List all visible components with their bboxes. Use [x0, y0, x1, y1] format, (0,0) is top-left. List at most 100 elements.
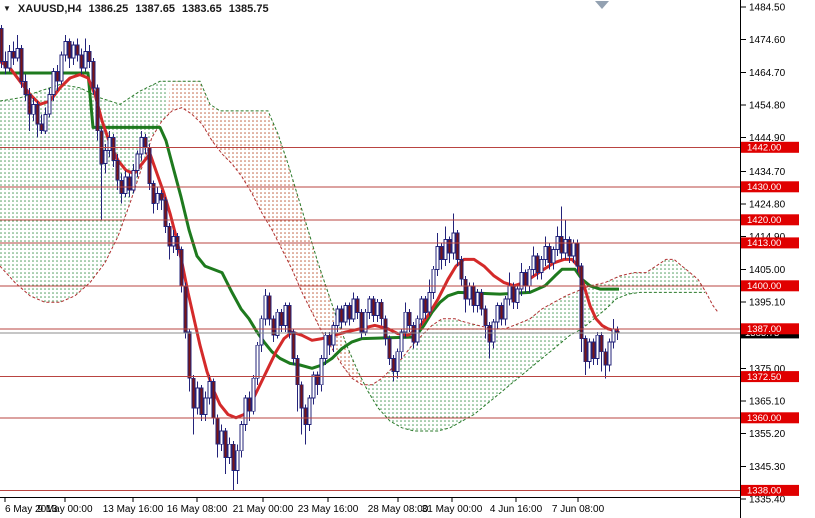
candle-body	[155, 192, 160, 204]
candle-body	[0, 27, 4, 62]
candle-body	[467, 285, 472, 300]
candle-body	[39, 123, 44, 132]
candle-body	[235, 450, 240, 472]
candle-body	[279, 311, 284, 326]
candle-body	[107, 136, 112, 151]
candle-body	[63, 41, 68, 56]
chart-canvas[interactable]: 1484.501474.601464.701454.801444.901434.…	[0, 0, 815, 518]
time-tick-label: 4 Jun 16:00	[490, 504, 543, 515]
price-level-badge-label: 1338.00	[747, 486, 781, 497]
candle-body	[147, 146, 152, 185]
axes: 1484.501474.601464.701454.801444.901434.…	[0, 0, 786, 518]
candle-body	[539, 258, 544, 274]
time-tick-label: 21 May 00:00	[233, 504, 294, 515]
price-level-badge-label: 1387.00	[747, 324, 781, 335]
candle-body	[267, 295, 272, 320]
candle-body	[67, 41, 72, 59]
candle-body	[263, 295, 268, 320]
candle-body	[523, 272, 528, 287]
candle-body	[471, 285, 476, 307]
time-tick-label: 28 May 08:00	[368, 504, 429, 515]
candle-body	[347, 305, 352, 320]
candle-body	[95, 87, 100, 132]
candle-body	[211, 381, 216, 419]
candle-body	[503, 298, 508, 320]
candle-body	[495, 305, 500, 323]
candle-body	[231, 443, 236, 472]
ohlc-high: 1387.65	[135, 3, 176, 15]
price-level-badge-label: 1400.00	[747, 281, 781, 292]
candle-body	[399, 331, 404, 353]
candle-body	[575, 242, 580, 267]
candle-body	[531, 255, 536, 270]
candle-body	[187, 331, 192, 379]
candle-body	[591, 341, 596, 359]
candle-body	[51, 70, 56, 95]
candle-body	[535, 255, 540, 274]
candle-body	[287, 305, 292, 333]
cloud-segment	[366, 259, 705, 431]
candle-body	[595, 334, 600, 359]
candle-body	[275, 311, 280, 336]
candle-body	[435, 245, 440, 270]
candle-body	[335, 308, 340, 326]
candle-body	[607, 341, 612, 366]
mt4-chart-window: ▼ XAUUSD,H4 1386.25 1387.65 1383.65 1385…	[0, 0, 815, 518]
price-tick-label: 1395.10	[749, 298, 786, 309]
price-level-badge-label: 1372.50	[747, 372, 781, 383]
candle-body	[139, 136, 144, 155]
ohlc-low: 1383.65	[182, 3, 222, 15]
candle-body	[459, 258, 464, 280]
candle-body	[551, 249, 556, 264]
candle-body	[423, 298, 428, 313]
candle-body	[323, 334, 328, 359]
price-level-badge-label: 1413.00	[747, 238, 781, 249]
candle-body	[455, 232, 460, 260]
candle-body	[527, 268, 532, 287]
candle-body	[87, 51, 92, 62]
price-tick-label: 1454.80	[749, 101, 786, 112]
candle-body	[415, 318, 420, 343]
candle-body	[299, 384, 304, 409]
candle-body	[375, 301, 380, 316]
candle-body	[559, 235, 564, 254]
candle-body	[587, 341, 592, 363]
candle-body	[351, 298, 356, 320]
cloud-segment	[0, 81, 168, 303]
time-tick-label: 16 May 08:00	[167, 504, 228, 515]
candle-body	[599, 334, 604, 353]
candle-body	[407, 311, 412, 326]
price-tick-label: 1424.80	[749, 200, 786, 211]
price-tick-label: 1345.30	[749, 462, 786, 473]
time-tick-label: 13 May 16:00	[103, 504, 164, 515]
candle-body	[79, 54, 84, 69]
price-tick-label: 1474.60	[749, 35, 786, 46]
candle-body	[3, 60, 8, 69]
candle-body	[219, 430, 224, 445]
candle-body	[499, 305, 504, 320]
price-level-badge-label: 1420.00	[747, 215, 781, 226]
candle-body	[171, 235, 176, 247]
candle-body	[19, 47, 24, 82]
candle-body	[379, 301, 384, 320]
candle-body	[43, 113, 48, 132]
candle-body	[307, 397, 312, 425]
candle-body	[487, 324, 492, 343]
candle-body	[195, 387, 200, 409]
candle-body	[475, 291, 480, 307]
candle-body	[295, 357, 300, 386]
candle-body	[7, 51, 12, 69]
candle-body	[55, 70, 60, 82]
candle-body	[47, 93, 52, 115]
symbol-dropdown-icon[interactable]: ▼	[3, 4, 11, 13]
chart-shift-marker[interactable]	[595, 1, 609, 9]
candle-body	[603, 351, 608, 366]
candle-body	[567, 239, 572, 257]
time-tick-label: 7 Jun 08:00	[552, 504, 605, 515]
candle-body	[163, 199, 168, 227]
candle-body	[111, 136, 116, 161]
candle-body	[367, 298, 372, 313]
candle-body	[27, 93, 32, 115]
candle-body	[223, 430, 228, 458]
axis-badges: 1385.751442.001430.001420.001413.001400.…	[741, 141, 799, 497]
